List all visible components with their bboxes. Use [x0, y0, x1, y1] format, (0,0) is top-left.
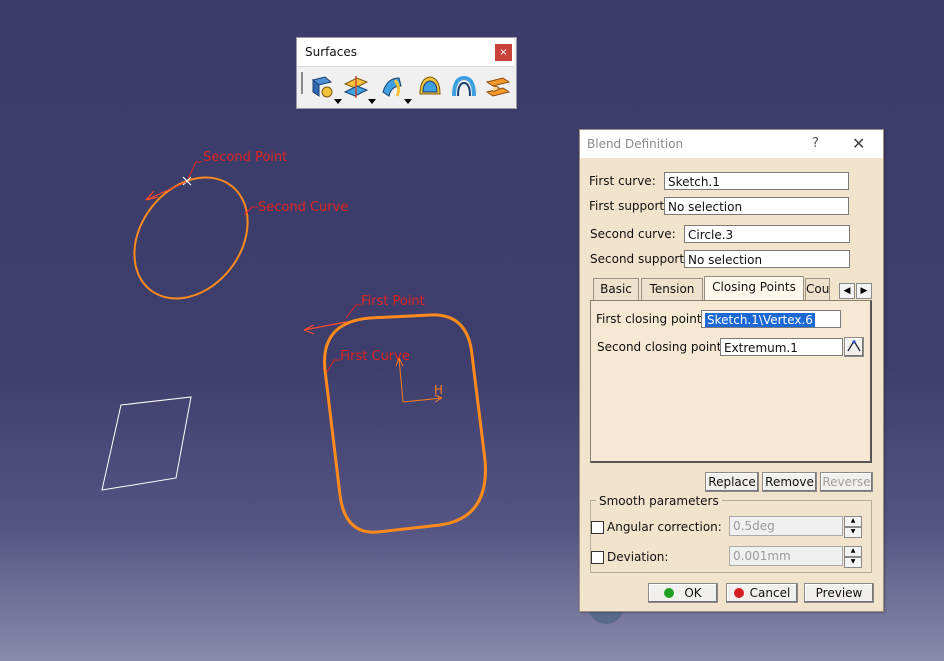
first-support-field[interactable]: No selection: [664, 197, 849, 215]
offset-surface-icon[interactable]: [341, 72, 376, 104]
second-closing-point-field[interactable]: Extremum.1: [720, 338, 843, 356]
first-curve-leader: [326, 359, 340, 373]
toolbar-titlebar[interactable]: Surfaces ×: [297, 38, 514, 67]
second-point-arrow: [145, 181, 187, 201]
second-curve[interactable]: [111, 155, 271, 321]
second-closing-point-label: Second closing point:: [597, 340, 726, 354]
closing-points-panel: First closing point: Sketch.1\Vertex.6 S…: [590, 300, 872, 463]
remove-button[interactable]: Remove: [762, 472, 817, 492]
surfaces-toolbar[interactable]: Surfaces ×: [296, 37, 517, 109]
axis-h-label: H: [434, 383, 443, 397]
second-point-label: Second Point: [203, 150, 287, 165]
angular-correction-input[interactable]: 0.5deg: [729, 516, 843, 536]
ok-label: OK: [684, 586, 702, 600]
cancel-button[interactable]: Cancel: [726, 583, 798, 603]
multi-section-surface-icon[interactable]: [449, 72, 479, 102]
first-support-label: First support:: [589, 199, 669, 213]
tab-scroll-left-icon[interactable]: ◀: [839, 283, 855, 299]
tab-basic[interactable]: Basic: [593, 278, 639, 300]
fill-surface-icon[interactable]: [415, 72, 445, 102]
ok-icon: [664, 588, 675, 598]
cancel-icon: [733, 588, 744, 598]
second-curve-label: Second curve:: [590, 227, 676, 241]
dialog-title: Blend Definition: [587, 137, 684, 151]
reference-plane[interactable]: [101, 396, 192, 491]
toolbar-close-button[interactable]: ×: [495, 44, 512, 61]
second-support-field[interactable]: No selection: [684, 250, 850, 268]
deviation-label: Deviation:: [607, 550, 669, 564]
second-point-leader: [187, 161, 202, 180]
first-point-label: First Point: [361, 294, 425, 309]
smooth-parameters-title: Smooth parameters: [596, 494, 722, 508]
curve-point-icon: [847, 339, 861, 352]
angular-correction-spinner[interactable]: ▲ ▼: [844, 516, 862, 538]
close-icon[interactable]: ✕: [852, 134, 865, 153]
second-curve-label: Second Curve: [258, 200, 348, 215]
preview-button[interactable]: Preview: [804, 583, 874, 603]
cancel-label: Cancel: [749, 586, 791, 600]
toolbar-title: Surfaces: [305, 45, 357, 59]
first-closing-point-value: Sketch.1\Vertex.6: [705, 313, 815, 327]
tab-scroll-right-icon[interactable]: ▶: [856, 283, 872, 299]
blend-definition-dialog[interactable]: Blend Definition ? ✕ First curve: Sketch…: [579, 129, 884, 612]
deviation-spinner[interactable]: ▲ ▼: [844, 546, 862, 568]
deviation-checkbox[interactable]: [591, 551, 604, 564]
first-point-leader: [345, 304, 361, 319]
first-curve[interactable]: [323, 313, 487, 534]
help-button[interactable]: ?: [812, 136, 819, 151]
first-curve-field[interactable]: Sketch.1: [664, 172, 849, 190]
replace-button[interactable]: Replace: [705, 472, 759, 492]
ok-button[interactable]: OK: [648, 583, 718, 603]
tab-tension[interactable]: Tension: [641, 278, 703, 300]
first-curve-label: First curve:: [589, 174, 656, 188]
second-curve-field[interactable]: Circle.3: [684, 225, 850, 243]
second-support-label: Second support:: [590, 252, 689, 266]
tab-closing-points[interactable]: Closing Points: [704, 276, 804, 300]
dialog-titlebar[interactable]: Blend Definition ? ✕: [580, 130, 883, 158]
sweep-surface-icon[interactable]: [377, 72, 412, 104]
tab-coupling[interactable]: Cou: [805, 278, 830, 300]
angular-correction-label: Angular correction:: [607, 520, 722, 534]
toolbar-grip[interactable]: [301, 72, 303, 94]
blend-surface-icon[interactable]: [483, 72, 513, 102]
extrude-surface-icon[interactable]: [307, 72, 342, 104]
first-closing-point-field[interactable]: Sketch.1\Vertex.6: [701, 310, 841, 328]
first-closing-point-label: First closing point:: [596, 312, 706, 326]
closing-point-options-button[interactable]: [844, 337, 864, 357]
angular-correction-checkbox[interactable]: [591, 521, 604, 534]
deviation-input[interactable]: 0.001mm: [729, 546, 843, 566]
reverse-button[interactable]: Reverse: [820, 472, 873, 492]
